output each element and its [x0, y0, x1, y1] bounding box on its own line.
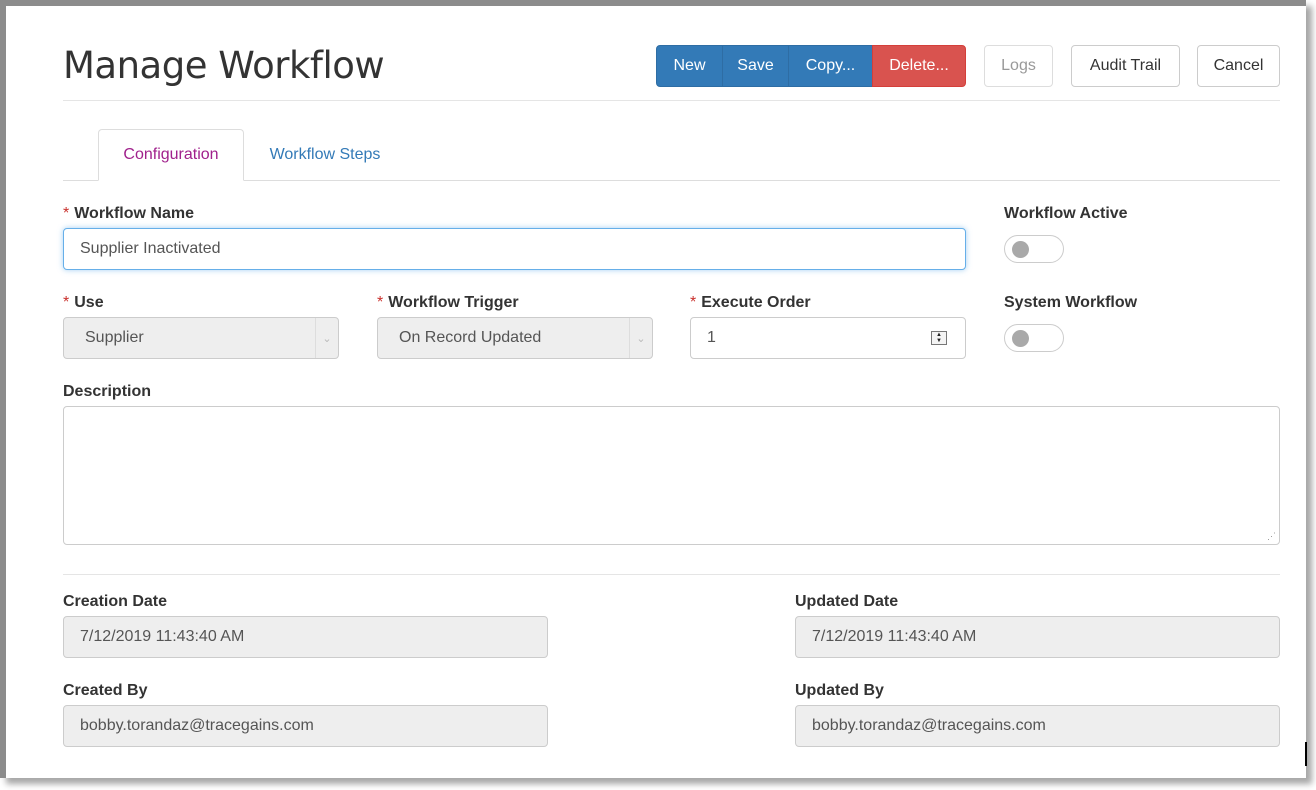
system-workflow-toggle[interactable] — [1004, 324, 1064, 352]
description-label: Description — [63, 383, 152, 400]
required-marker: * — [690, 294, 697, 311]
execute-order-input[interactable]: 1 ▲ ▼ — [690, 317, 966, 359]
page-title: Manage Workflow — [63, 44, 385, 87]
spinner-arrows-icon[interactable]: ▲ ▼ — [931, 331, 947, 345]
toggle-knob — [1012, 241, 1029, 258]
execute-order-value: 1 — [707, 329, 716, 346]
execute-order-label: * Execute Order — [690, 294, 811, 311]
workflow-active-label: Workflow Active — [1004, 205, 1128, 222]
required-marker: * — [63, 205, 70, 222]
delete-button[interactable]: Delete... — [872, 45, 966, 87]
chevron-down-icon: ⌄ — [629, 318, 652, 358]
tab-workflow-steps[interactable]: Workflow Steps — [250, 129, 400, 181]
updated-date-label: Updated Date — [795, 593, 899, 610]
workflow-active-toggle[interactable] — [1004, 235, 1064, 263]
required-marker: * — [63, 294, 70, 311]
cancel-button[interactable]: Cancel — [1197, 45, 1280, 87]
required-marker: * — [377, 294, 384, 311]
creation-date-label: Creation Date — [63, 593, 168, 610]
chevron-down-icon: ⌄ — [315, 318, 338, 358]
updated-date-field: 7/12/2019 11:43:40 AM — [795, 616, 1280, 658]
updated-by-label: Updated By — [795, 682, 884, 699]
created-by-field: bobby.torandaz@tracegains.com — [63, 705, 548, 747]
workflow-name-input[interactable]: Supplier Inactivated — [63, 228, 966, 270]
logs-button[interactable]: Logs — [984, 45, 1053, 87]
new-button[interactable]: New — [656, 45, 723, 87]
save-button[interactable]: Save — [722, 45, 789, 87]
header-divider — [63, 100, 1280, 101]
use-label: * Use — [63, 294, 104, 311]
creation-date-field: 7/12/2019 11:43:40 AM — [63, 616, 548, 658]
tab-configuration[interactable]: Configuration — [98, 129, 244, 181]
resize-grip-icon[interactable]: ⋰ — [1266, 531, 1276, 541]
workflow-trigger-select-value: On Record Updated — [399, 329, 542, 346]
workflow-name-label: * Workflow Name — [63, 205, 194, 222]
workflow-trigger-label: * Workflow Trigger — [377, 294, 519, 311]
description-textarea[interactable]: ⋰ — [63, 406, 1280, 545]
use-select[interactable]: Supplier ⌄ — [63, 317, 339, 359]
text-cursor — [1305, 742, 1307, 766]
audit-divider — [63, 574, 1280, 575]
workflow-trigger-select[interactable]: On Record Updated ⌄ — [377, 317, 653, 359]
use-select-value: Supplier — [85, 329, 144, 346]
updated-by-field: bobby.torandaz@tracegains.com — [795, 705, 1280, 747]
audit-trail-button[interactable]: Audit Trail — [1071, 45, 1180, 87]
tab-divider — [63, 180, 1280, 181]
toggle-knob — [1012, 330, 1029, 347]
created-by-label: Created By — [63, 682, 148, 699]
system-workflow-label: System Workflow — [1004, 294, 1138, 311]
copy-button[interactable]: Copy... — [788, 45, 873, 87]
window-frame — [0, 0, 1306, 778]
